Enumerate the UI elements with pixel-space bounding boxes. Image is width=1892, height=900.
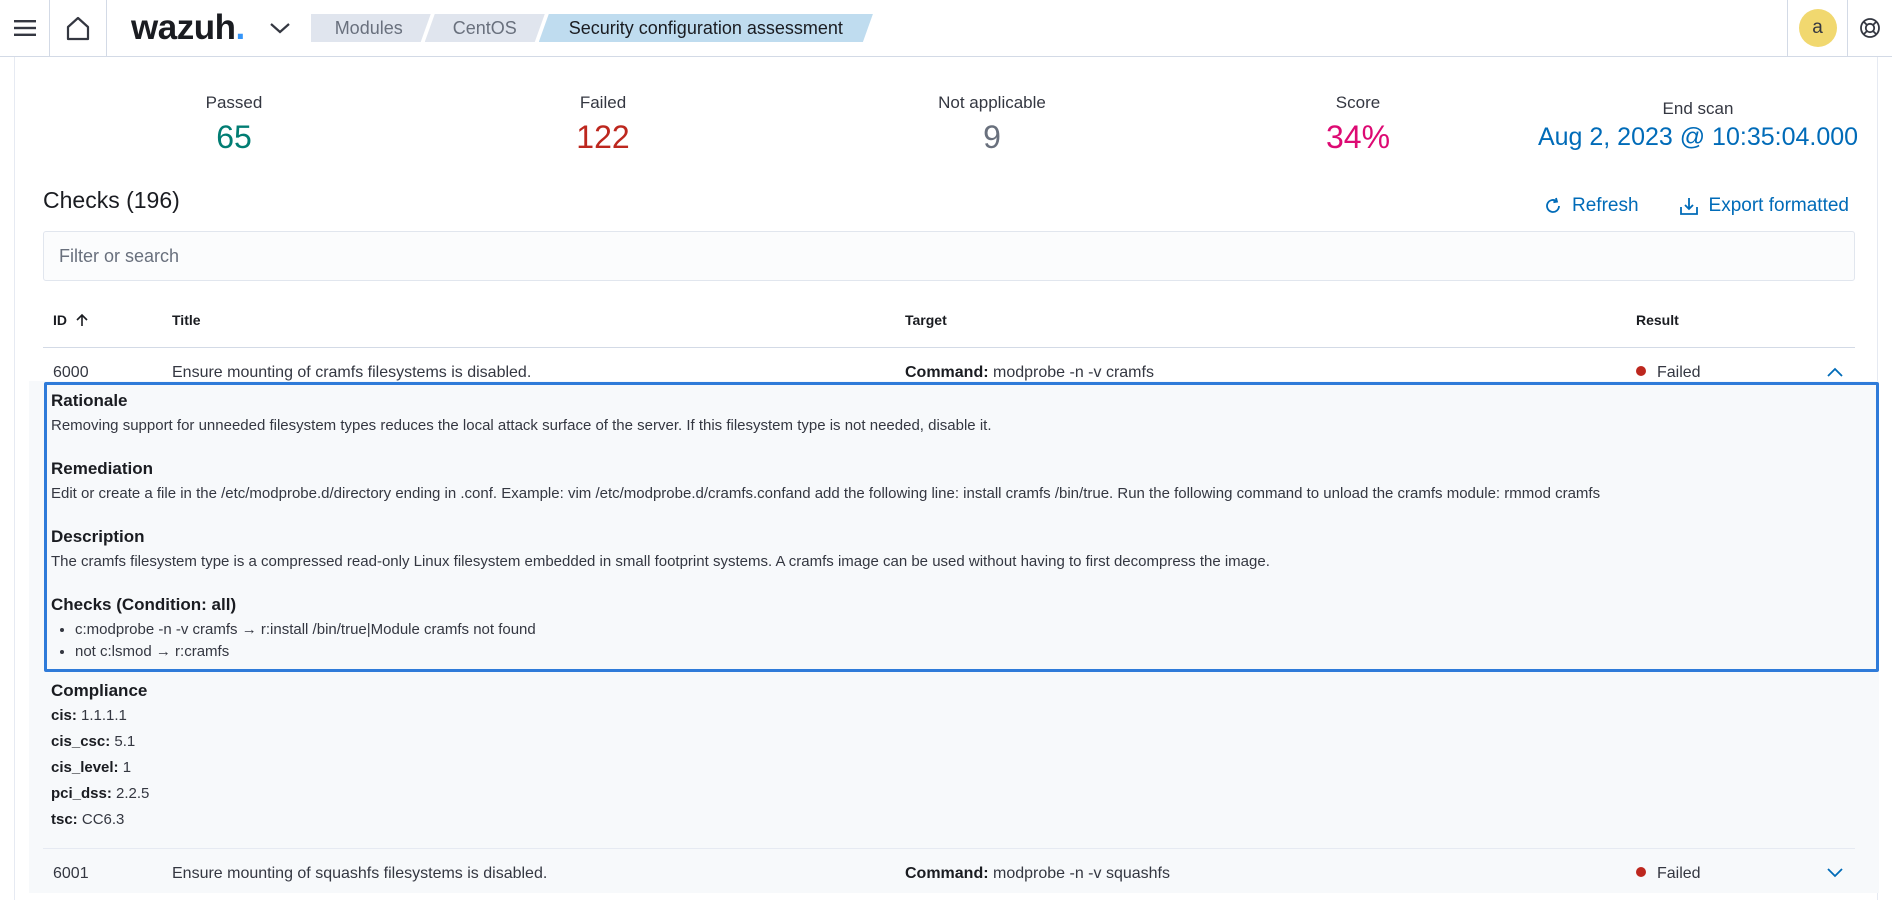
refresh-icon [1546, 197, 1560, 213]
expand-row-button[interactable] [1827, 865, 1843, 883]
logo-text: wazuh [131, 8, 236, 47]
stat-failed-value: 122 [576, 119, 630, 155]
compliance-value: CC6.3 [81, 811, 125, 828]
refresh-label: Refresh [1572, 195, 1639, 216]
sort-ascending-icon [76, 313, 88, 326]
failed-status-dot [1636, 366, 1646, 377]
export-icon [1679, 198, 1698, 215]
stat-score: Score 34% [1268, 93, 1448, 156]
focus-outline [44, 382, 1879, 672]
wazuh-logo[interactable]: wazuh. [131, 8, 245, 48]
collapse-row-button[interactable] [1827, 364, 1843, 382]
row-target: Command: modprobe -n -v squashfs [905, 865, 1170, 883]
compliance-key: cis_level: [51, 759, 119, 776]
export-label: Export formatted [1708, 195, 1849, 216]
stat-end-scan: End scan Aug 2, 2023 @ 10:35:04.000 [1523, 99, 1873, 152]
row-title: Ensure mounting of squashfs filesystems … [172, 864, 548, 882]
chevron-down-icon [1827, 867, 1843, 877]
help-button[interactable] [1847, 0, 1892, 56]
home-button[interactable] [50, 0, 107, 56]
top-navigation-bar: wazuh. Modules CentOS Security configura… [0, 0, 1892, 57]
stat-not-applicable: Not applicable 9 [882, 93, 1102, 156]
row-target: Command: modprobe -n -v cramfs [905, 364, 1154, 382]
hamburger-icon [13, 20, 36, 36]
header-right-controls: a [1787, 0, 1892, 56]
breadcrumb-modules[interactable]: Modules [311, 14, 431, 42]
row-id: 6001 [53, 864, 89, 882]
row-target-value: modprobe -n -v cramfs [993, 363, 1154, 381]
app-switcher-button[interactable] [269, 21, 291, 35]
row-title: Ensure mounting of cramfs filesystems is… [172, 363, 532, 381]
logo-dot: . [235, 8, 245, 47]
row-result: Failed [1636, 865, 1701, 883]
compliance-key: cis: [51, 707, 77, 724]
stat-passed-label: Passed [205, 93, 263, 112]
compliance-key: pci_dss: [51, 785, 112, 802]
column-result-header[interactable]: Result [1636, 312, 1679, 328]
stat-score-label: Score [1335, 93, 1381, 112]
stat-failed-label: Failed [579, 93, 627, 112]
export-formatted-button[interactable]: Export formatted [1679, 195, 1849, 217]
checks-title: Checks (196) [43, 187, 180, 213]
compliance-item: tsc: CC6.3 [51, 811, 149, 828]
row-target-label: Command: [905, 363, 989, 381]
compliance-value: 2.2.5 [116, 785, 150, 802]
row-id: 6000 [53, 363, 89, 381]
breadcrumb-sca: Security configuration assessment [539, 14, 873, 42]
row-target-value: modprobe -n -v squashfs [993, 864, 1170, 882]
compliance-item: cis_level: 1 [51, 759, 149, 776]
stat-not-applicable-label: Not applicable [938, 93, 1046, 112]
main-panel: Passed 65 Failed 122 Not applicable 9 Sc… [14, 57, 1879, 900]
breadcrumb-centos[interactable]: CentOS [425, 14, 545, 42]
column-id-header[interactable]: ID [53, 312, 89, 328]
compliance-value: 1.1.1.1 [81, 707, 127, 724]
compliance-item: pci_dss: 2.2.5 [51, 785, 149, 802]
stat-end-scan-value: Aug 2, 2023 @ 10:35:04.000 [1537, 123, 1859, 151]
compliance-key: cis_csc: [51, 733, 111, 750]
chevron-up-icon [1827, 367, 1843, 377]
scan-stats: Passed 65 Failed 122 Not applicable 9 Sc… [43, 93, 1879, 163]
column-title-header[interactable]: Title [172, 312, 201, 328]
row-result-label: Failed [1657, 363, 1701, 381]
search-input[interactable]: Filter or search [43, 231, 1855, 281]
breadcrumb: Modules CentOS Security configuration as… [311, 14, 867, 42]
home-icon [66, 16, 90, 41]
row-target-label: Command: [905, 864, 989, 882]
stat-failed: Failed 122 [513, 93, 693, 156]
compliance-item: cis_csc: 5.1 [51, 733, 149, 750]
stat-passed-value: 65 [216, 119, 252, 155]
compliance-value: 5.1 [114, 733, 136, 750]
checks-actions: Refresh Export formatted [1544, 195, 1849, 217]
menu-button[interactable] [0, 0, 50, 56]
stat-score-value: 34% [1325, 119, 1391, 155]
user-menu-button[interactable]: a [1787, 0, 1847, 56]
failed-status-dot [1636, 867, 1646, 878]
column-target-header[interactable]: Target [905, 312, 947, 328]
search-placeholder: Filter or search [59, 245, 180, 266]
refresh-button[interactable]: Refresh [1544, 195, 1639, 217]
chevron-down-icon [269, 23, 290, 34]
column-id-label: ID [53, 312, 67, 328]
row-result-label: Failed [1657, 864, 1701, 882]
row-result: Failed [1636, 364, 1701, 382]
stat-end-scan-label: End scan [1662, 99, 1734, 118]
compliance-section: Compliance cis: 1.1.1.1 cis_csc: 5.1 cis… [51, 681, 149, 837]
avatar: a [1798, 9, 1837, 47]
compliance-key: tsc: [51, 811, 78, 828]
compliance-value: 1 [122, 759, 132, 776]
checks-table-continued: 6001 Ensure mounting of squashfs filesys… [43, 848, 1855, 898]
help-lifebuoy-icon [1860, 18, 1880, 38]
compliance-item: cis: 1.1.1.1 [51, 707, 149, 724]
table-header: ID Title Target Result [43, 293, 1855, 348]
table-row[interactable]: 6001 Ensure mounting of squashfs filesys… [43, 848, 1855, 898]
compliance-heading: Compliance [51, 681, 148, 700]
stat-not-applicable-value: 9 [983, 119, 1001, 155]
stat-passed: Passed 65 [144, 93, 324, 156]
